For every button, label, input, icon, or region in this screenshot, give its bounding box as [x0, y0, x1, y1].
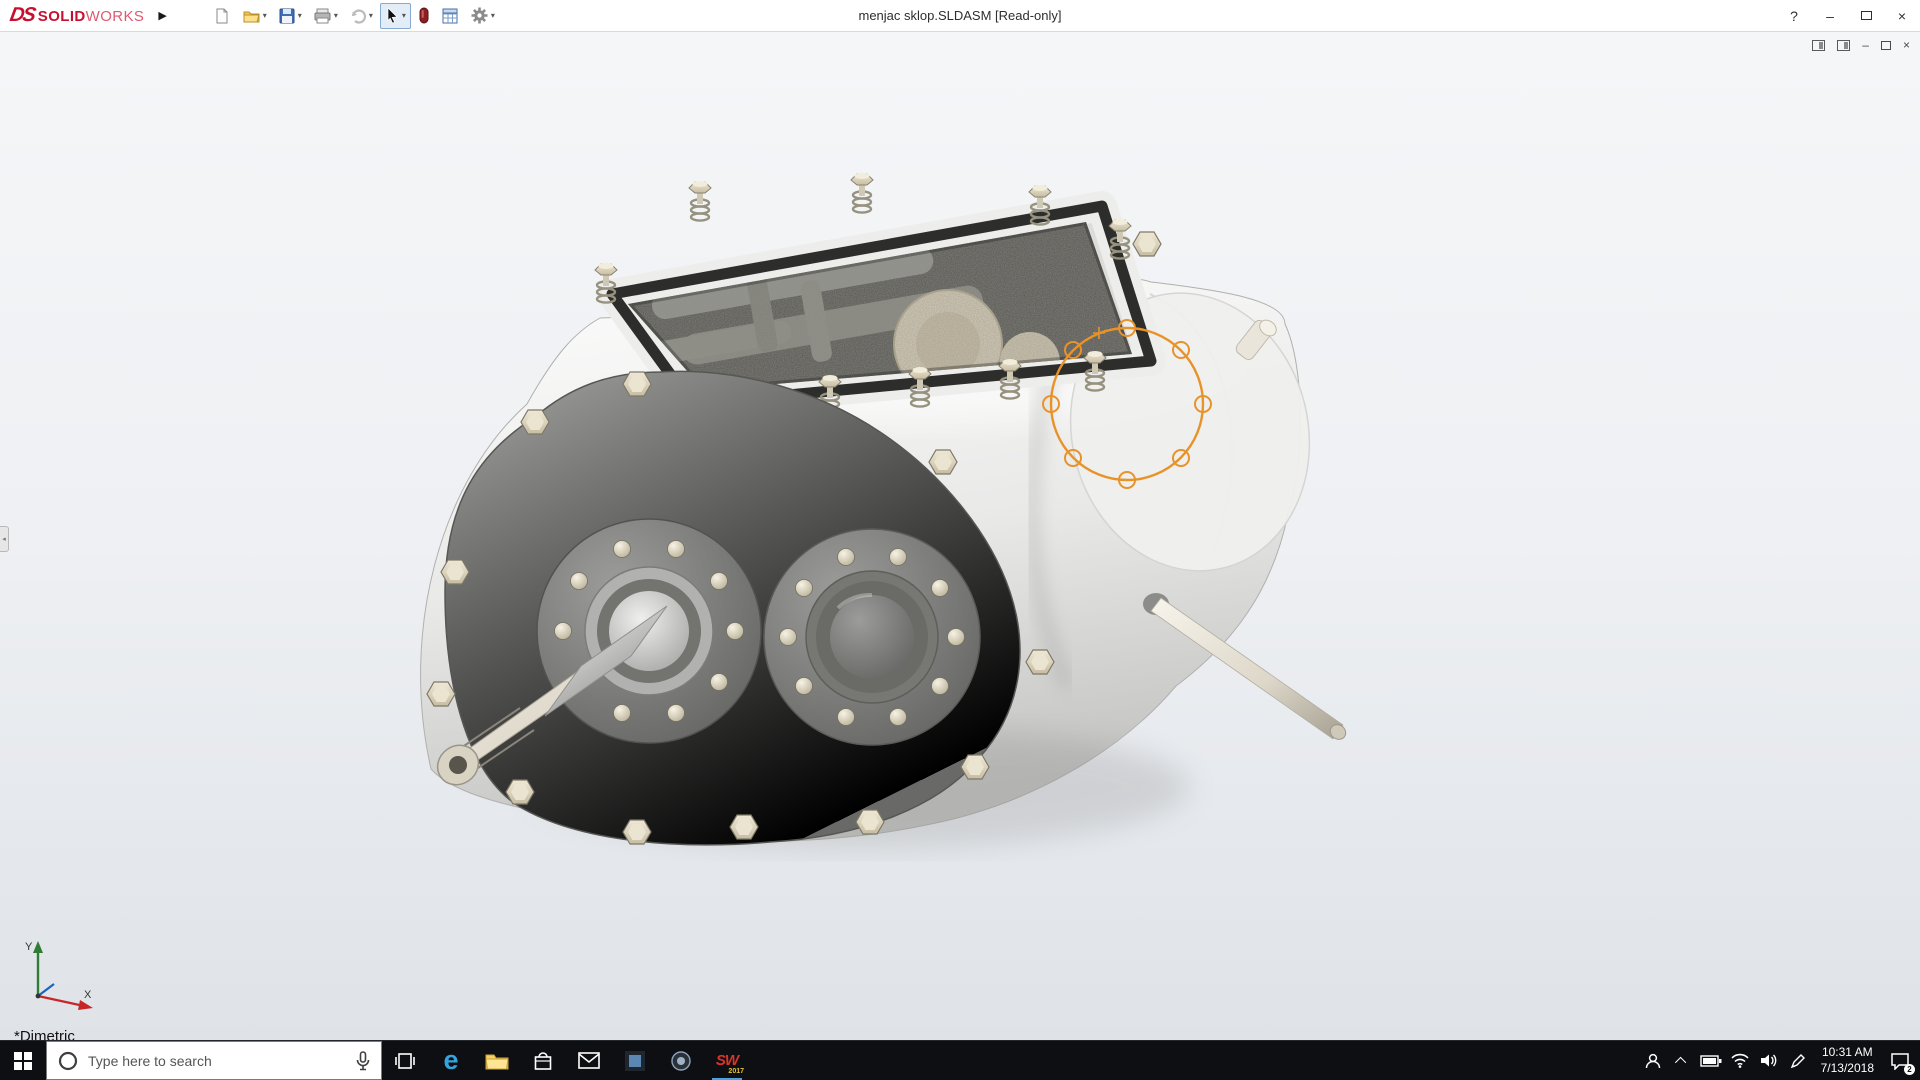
document-window-controls: – × — [1812, 38, 1910, 52]
pane-split-icon[interactable] — [1812, 40, 1825, 51]
taskbar-search-box[interactable] — [46, 1041, 382, 1080]
microphone-icon[interactable] — [355, 1051, 371, 1071]
graphics-viewport[interactable]: – × ◂ — [0, 32, 1920, 1040]
pane-restore-icon[interactable] — [1837, 40, 1850, 51]
help-button[interactable]: ? — [1776, 0, 1812, 31]
app-icon-2 — [670, 1050, 692, 1072]
clock-date: 7/13/2018 — [1821, 1061, 1874, 1077]
solidworks-logo-solid: SOLID — [38, 8, 86, 25]
y-axis-label: Y — [25, 941, 33, 953]
z-axis-arrow — [38, 984, 54, 996]
task-view-button[interactable] — [382, 1041, 428, 1080]
start-button[interactable] — [0, 1041, 46, 1080]
titlebar: DS SOLID WORKS ▶ ▾ ▾ ▾ ▾ ▾ — [0, 0, 1920, 32]
print-button[interactable]: ▾ — [309, 3, 342, 29]
battery-icon — [1700, 1055, 1722, 1067]
file-explorer-button[interactable] — [474, 1041, 520, 1080]
volume-button[interactable] — [1755, 1041, 1784, 1080]
appearance-button[interactable] — [414, 3, 434, 29]
print-dropdown-icon[interactable]: ▾ — [334, 11, 338, 20]
undo-icon — [349, 7, 367, 25]
open-icon — [242, 7, 261, 25]
windows-logo-icon — [14, 1052, 32, 1070]
windows-ink-button[interactable] — [1784, 1041, 1813, 1080]
select-dropdown-icon[interactable]: ▾ — [402, 11, 406, 20]
view-orientation-label: *Dimetric — [14, 1028, 75, 1040]
x-axis-arrow — [78, 1000, 93, 1010]
solidworks-logo-works: WORKS — [86, 8, 145, 25]
task-view-icon — [395, 1052, 415, 1070]
mail-button[interactable] — [566, 1041, 612, 1080]
app-button-1[interactable] — [612, 1041, 658, 1080]
action-center-button[interactable]: 2 — [1882, 1041, 1918, 1080]
solidworks-taskbar-button[interactable]: SW 2017 — [704, 1041, 750, 1080]
right-bearing-boss — [764, 529, 980, 745]
show-hidden-icons-button[interactable] — [1668, 1041, 1697, 1080]
store-button[interactable] — [520, 1041, 566, 1080]
y-axis-arrow — [33, 941, 43, 953]
select-tool-button[interactable]: ▾ — [380, 3, 411, 29]
panel-collapse-tab[interactable]: ◂ — [0, 526, 9, 552]
design-table-icon — [441, 7, 459, 25]
windows-taskbar: e SW 2017 — [0, 1040, 1920, 1080]
edge-button[interactable]: e — [428, 1041, 474, 1080]
app-minimize-button[interactable]: – — [1812, 0, 1848, 31]
save-button[interactable]: ▾ — [274, 3, 306, 29]
app-close-button[interactable]: × — [1884, 0, 1920, 31]
system-tray: 10:31 AM 7/13/2018 2 — [1639, 1041, 1920, 1080]
select-cursor-icon — [385, 7, 400, 24]
open-dropdown-icon[interactable]: ▾ — [263, 11, 267, 20]
solidworks-app-icon-year: 2017 — [728, 1068, 744, 1075]
battery-button[interactable] — [1697, 1041, 1726, 1080]
app-icon-1 — [624, 1050, 646, 1072]
x-axis-label: X — [84, 989, 92, 1001]
solidworks-logo: DS SOLID WORKS — [10, 4, 144, 27]
options-dropdown-icon[interactable]: ▾ — [491, 11, 495, 20]
open-button[interactable]: ▾ — [238, 3, 271, 29]
people-button[interactable] — [1639, 1041, 1668, 1080]
options-button[interactable]: ▾ — [466, 3, 499, 29]
doc-close-button[interactable]: × — [1903, 38, 1910, 52]
new-document-button[interactable] — [209, 3, 235, 29]
people-icon — [1644, 1052, 1662, 1070]
undo-button[interactable]: ▾ — [345, 3, 377, 29]
window-title: menjac sklop.SLDASM [Read-only] — [858, 8, 1061, 23]
mail-icon — [578, 1052, 600, 1069]
save-icon — [278, 7, 296, 25]
clock-time: 10:31 AM — [1821, 1045, 1874, 1061]
pen-icon — [1790, 1053, 1806, 1069]
doc-restore-button[interactable] — [1881, 41, 1891, 50]
app-maximize-button[interactable] — [1848, 0, 1884, 31]
undo-dropdown-icon[interactable]: ▾ — [369, 11, 373, 20]
network-button[interactable] — [1726, 1041, 1755, 1080]
store-icon — [533, 1051, 553, 1071]
notification-badge: 2 — [1904, 1064, 1915, 1075]
cortana-icon — [57, 1050, 79, 1072]
options-gear-icon — [470, 6, 489, 25]
file-explorer-icon — [485, 1051, 509, 1071]
save-dropdown-icon[interactable]: ▾ — [298, 11, 302, 20]
print-icon — [313, 7, 332, 25]
reference-triad: Y X — [20, 936, 104, 1016]
edge-icon: e — [443, 1047, 458, 1074]
search-input[interactable] — [88, 1053, 346, 1069]
maximize-icon — [1861, 11, 1872, 20]
chevron-up-icon — [1675, 1056, 1686, 1067]
solidworks-logo-mark: DS — [8, 4, 36, 27]
menu-expand-icon[interactable]: ▶ — [158, 9, 166, 22]
doc-restore-icon — [1881, 41, 1891, 50]
solidworks-app-icon: SW — [716, 1052, 738, 1069]
new-document-icon — [213, 7, 231, 25]
app-window-controls: ? – × — [1776, 0, 1920, 31]
design-table-button[interactable] — [437, 3, 463, 29]
gearbox-assembly-model[interactable] — [0, 32, 1920, 1040]
wifi-icon — [1730, 1053, 1750, 1068]
appearance-icon — [418, 6, 430, 25]
speaker-icon — [1760, 1053, 1778, 1068]
quick-access-toolbar: ▾ ▾ ▾ ▾ ▾ ▾ — [209, 3, 499, 29]
app-button-2[interactable] — [658, 1041, 704, 1080]
doc-minimize-button[interactable]: – — [1862, 38, 1869, 52]
clock[interactable]: 10:31 AM 7/13/2018 — [1813, 1045, 1882, 1076]
